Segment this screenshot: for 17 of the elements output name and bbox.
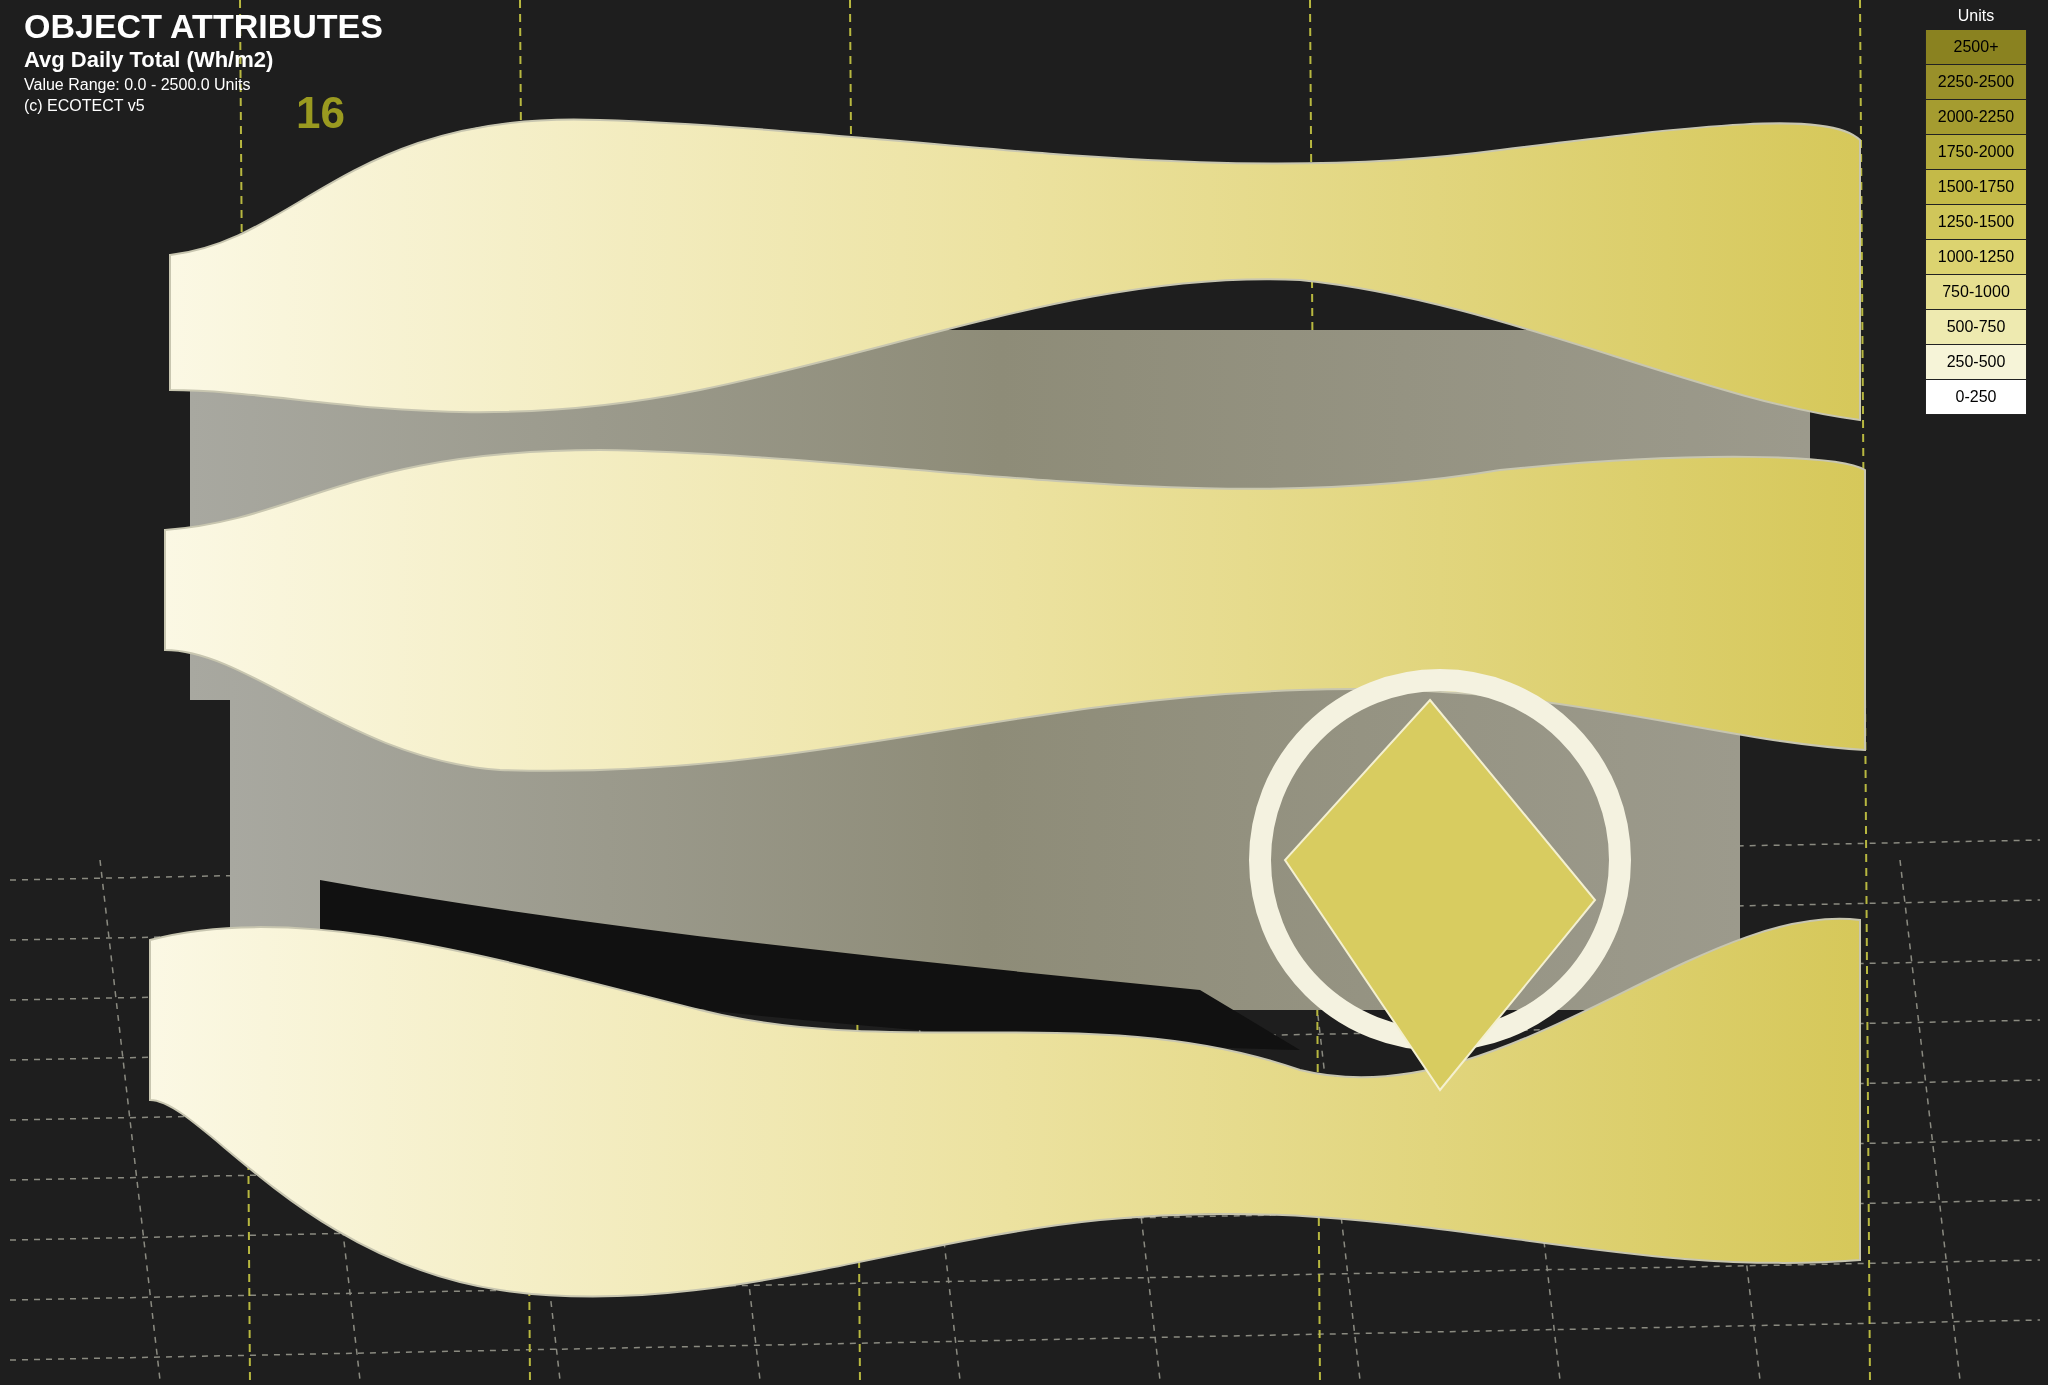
legend-swatch: 750-1000 <box>1925 275 2027 310</box>
zone-number-label: 16 <box>296 88 345 138</box>
view-title: OBJECT ATTRIBUTES <box>24 6 383 46</box>
copyright-text: (c) ECOTECT v5 <box>24 96 145 116</box>
value-range-text: Value Range: 0.0 - 2500.0 Units <box>24 75 251 95</box>
legend-swatch: 2000-2250 <box>1925 100 2027 135</box>
legend-swatch: 1250-1500 <box>1925 205 2027 240</box>
legend-swatch: 1500-1750 <box>1925 170 2027 205</box>
legend-swatch: 1000-1250 <box>1925 240 2027 275</box>
legend-swatch: 250-500 <box>1925 345 2027 380</box>
legend-swatch: 2250-2500 <box>1925 65 2027 100</box>
metric-label: Avg Daily Total (Wh/m2) <box>24 46 274 74</box>
legend-swatch: 500-750 <box>1925 310 2027 345</box>
legend-swatch: 1750-2000 <box>1925 135 2027 170</box>
legend-title: Units <box>1956 6 1996 26</box>
legend-swatch: 0-250 <box>1925 380 2027 415</box>
legend-swatch: 2500+ <box>1925 30 2027 65</box>
